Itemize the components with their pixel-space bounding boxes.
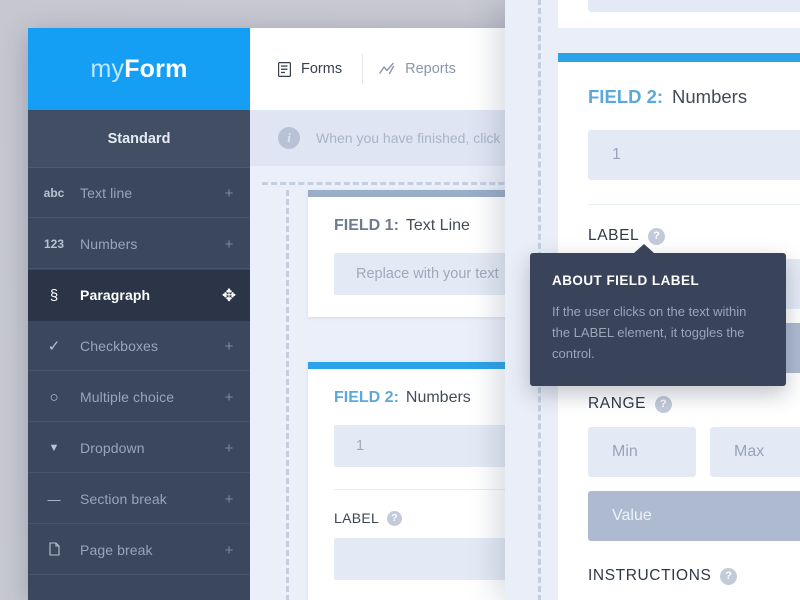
sidebar: myForm Standard abc Text line + 123 Numb… xyxy=(28,28,250,600)
tab-forms-label: Forms xyxy=(301,61,343,77)
forms-icon xyxy=(278,61,291,77)
add-field-icon[interactable]: + xyxy=(208,186,250,201)
sidebar-item-label: Numbers xyxy=(80,236,138,252)
tab-reports-label: Reports xyxy=(405,61,456,77)
field-number: FIELD 2: xyxy=(334,389,399,406)
sidebar-item-multiple-choice[interactable]: ○ Multiple choice + xyxy=(28,372,250,423)
zoom-numbers-input-value: 1 xyxy=(612,146,621,163)
zoom-previous-card-partial[interactable] xyxy=(558,0,800,28)
field-type: Numbers xyxy=(405,389,471,406)
zoom-range-inputs-row: Min Max xyxy=(588,427,800,477)
tab-forms[interactable]: Forms xyxy=(278,28,360,110)
field-type: Text Line xyxy=(405,217,470,234)
zoom-field-heading: FIELD 2: Numbers xyxy=(588,86,800,108)
sidebar-item-paragraph[interactable]: § Paragraph ✥ xyxy=(28,270,250,321)
checkmark-icon: ✓ xyxy=(47,337,61,355)
range-min-placeholder: Min xyxy=(612,443,638,460)
add-field-icon[interactable]: + xyxy=(208,543,250,558)
sidebar-item-label: Checkboxes xyxy=(80,338,159,354)
screenshot-root: myForm Standard abc Text line + 123 Numb… xyxy=(0,0,800,600)
label-help-icon[interactable]: ? xyxy=(648,227,666,245)
range-help-icon[interactable]: ? xyxy=(655,395,673,413)
app-logo: myForm xyxy=(90,55,187,84)
zoom-field-number: FIELD 2: xyxy=(588,86,664,107)
sidebar-item-numbers[interactable]: 123 Numbers + xyxy=(28,219,250,270)
sidebar-item-label: Page break xyxy=(80,542,153,558)
drag-move-icon[interactable]: ✥ xyxy=(208,287,250,304)
sidebar-item-page-break[interactable]: Page break + xyxy=(28,525,250,576)
abc-icon: abc xyxy=(43,186,65,200)
add-field-icon[interactable]: + xyxy=(208,492,250,507)
field-type-menu: abc Text line + 123 Numbers + § Paragrap… xyxy=(28,168,250,576)
brand-header: myForm xyxy=(28,28,250,110)
zoom-instructions-section-heading: INSTRUCTIONS ? xyxy=(588,567,800,585)
sidebar-item-label: Text line xyxy=(80,185,133,201)
label-section-title: LABEL xyxy=(334,510,380,526)
range-value-placeholder: Value xyxy=(612,507,652,524)
info-banner-text: When you have finished, click o xyxy=(316,130,513,146)
logo-suffix: Form xyxy=(124,54,188,83)
zoom-label-section-title: LABEL xyxy=(588,227,640,244)
tooltip-body: If the user clicks on the text within th… xyxy=(552,304,747,361)
field-label-tooltip: ABOUT FIELD LABEL If the user clicks on … xyxy=(530,244,786,386)
profile-plan-row[interactable]: Standard xyxy=(28,110,250,168)
sidebar-item-label: Paragraph xyxy=(80,287,151,303)
drop-zone-dashed-left xyxy=(286,190,289,600)
numbers-input-value: 1 xyxy=(356,438,365,454)
sidebar-item-label: Multiple choice xyxy=(80,389,175,405)
help-icon[interactable]: ? xyxy=(387,510,403,526)
paragraph-icon: § xyxy=(49,286,59,304)
chevron-down-icon: ▼ xyxy=(48,441,60,454)
numbers-123-icon: 123 xyxy=(43,237,65,251)
zoom-label-section-heading: LABEL ? xyxy=(588,227,800,245)
instructions-help-icon[interactable]: ? xyxy=(720,567,738,585)
range-max-input[interactable]: Max xyxy=(710,427,800,477)
app-window: myForm Standard abc Text line + 123 Numb… xyxy=(28,28,558,600)
zoom-card-accent-bar xyxy=(558,53,800,62)
zoom-previous-card-input[interactable] xyxy=(588,0,800,12)
sidebar-item-checkboxes[interactable]: ✓ Checkboxes + xyxy=(28,321,250,372)
sidebar-item-label: Section break xyxy=(80,491,167,507)
range-value-input[interactable]: Value xyxy=(588,491,800,541)
text-line-placeholder: Replace with your text xyxy=(356,266,499,282)
reports-chart-icon xyxy=(379,62,395,76)
sidebar-item-section-break[interactable]: — Section break + xyxy=(28,474,250,525)
zoom-range-section-heading: RANGE ? xyxy=(588,395,800,413)
zoom-range-section-title: RANGE xyxy=(588,395,647,412)
sidebar-item-text-line[interactable]: abc Text line + xyxy=(28,168,250,219)
range-min-input[interactable]: Min xyxy=(588,427,696,477)
add-field-icon[interactable]: + xyxy=(208,237,250,252)
tab-divider xyxy=(362,54,364,84)
add-field-icon[interactable]: + xyxy=(208,441,250,456)
profile-plan-label: Standard xyxy=(107,130,171,147)
range-max-placeholder: Max xyxy=(734,443,765,460)
tooltip-title: ABOUT FIELD LABEL xyxy=(552,273,700,288)
radio-circle-icon: ○ xyxy=(49,388,59,406)
zoom-instructions-section-title: INSTRUCTIONS xyxy=(588,567,712,584)
minus-icon: — xyxy=(47,491,61,507)
zoom-card-divider xyxy=(588,204,800,205)
sidebar-item-dropdown[interactable]: ▼ Dropdown + xyxy=(28,423,250,474)
add-field-icon[interactable]: + xyxy=(208,390,250,405)
zoom-field-type: Numbers xyxy=(672,86,748,107)
zoom-numbers-input[interactable]: 1 xyxy=(588,130,800,180)
logo-prefix: my xyxy=(90,54,125,83)
field-number: FIELD 1: xyxy=(334,217,399,234)
page-icon xyxy=(28,541,80,559)
add-field-icon[interactable]: + xyxy=(208,339,250,354)
info-icon: i xyxy=(278,127,300,149)
tab-reports[interactable]: Reports xyxy=(379,28,474,110)
sidebar-item-label: Dropdown xyxy=(80,440,145,456)
